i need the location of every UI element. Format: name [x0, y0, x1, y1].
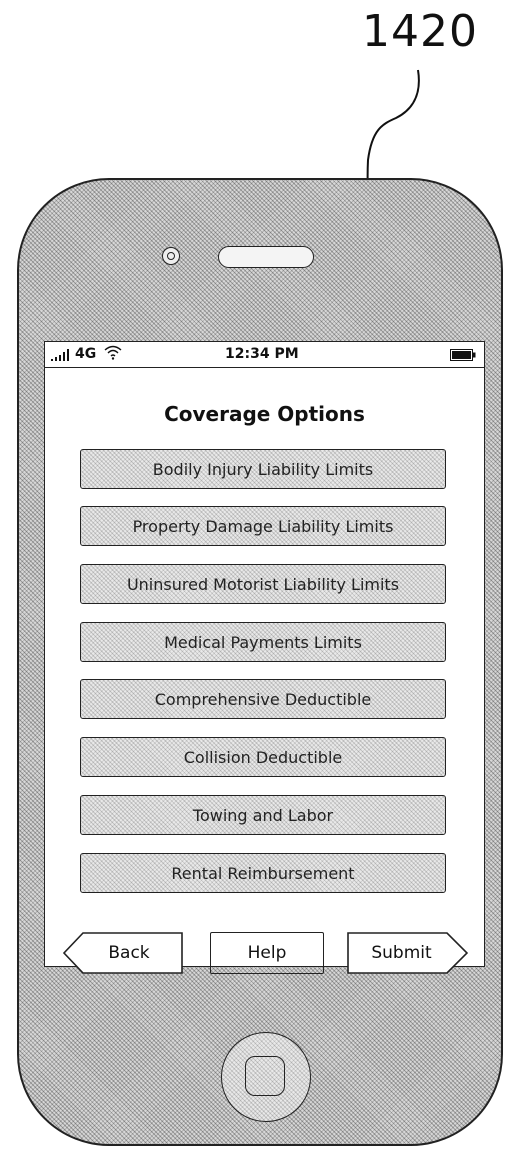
- speaker-icon: [218, 246, 314, 268]
- rental-reimbursement-button[interactable]: Rental Reimbursement: [80, 853, 446, 893]
- bodily-injury-liability-limits-button[interactable]: Bodily Injury Liability Limits: [80, 449, 446, 489]
- phone-screen: 4G 12:34 PM Coverage Options Bodily Inju…: [44, 341, 485, 974]
- collision-deductible-button[interactable]: Collision Deductible: [80, 737, 446, 777]
- network-type-label: 4G: [75, 346, 97, 362]
- home-square-icon: [245, 1056, 285, 1096]
- property-damage-liability-limits-button[interactable]: Property Damage Liability Limits: [80, 506, 446, 546]
- status-bar: 4G 12:34 PM: [45, 342, 484, 368]
- comprehensive-deductible-button[interactable]: Comprehensive Deductible: [80, 679, 446, 719]
- submit-button-label: Submit: [371, 943, 432, 963]
- battery-icon: [450, 349, 476, 361]
- status-time: 12:34 PM: [225, 346, 299, 362]
- wifi-icon: [104, 345, 122, 360]
- figure-reference-number: 1420: [362, 6, 478, 57]
- submit-button[interactable]: Submit: [347, 932, 468, 974]
- help-button-label: Help: [247, 943, 287, 963]
- signal-bars-icon: [51, 349, 69, 361]
- camera-icon: [162, 247, 180, 265]
- towing-and-labor-button[interactable]: Towing and Labor: [80, 795, 446, 835]
- back-button[interactable]: Back: [63, 932, 183, 974]
- home-button-icon[interactable]: [221, 1032, 311, 1122]
- help-button[interactable]: Help: [210, 932, 324, 974]
- uninsured-motorist-liability-limits-button[interactable]: Uninsured Motorist Liability Limits: [80, 564, 446, 604]
- page-title: Coverage Options: [164, 402, 365, 426]
- back-button-label: Back: [108, 943, 150, 963]
- medical-payments-limits-button[interactable]: Medical Payments Limits: [80, 622, 446, 662]
